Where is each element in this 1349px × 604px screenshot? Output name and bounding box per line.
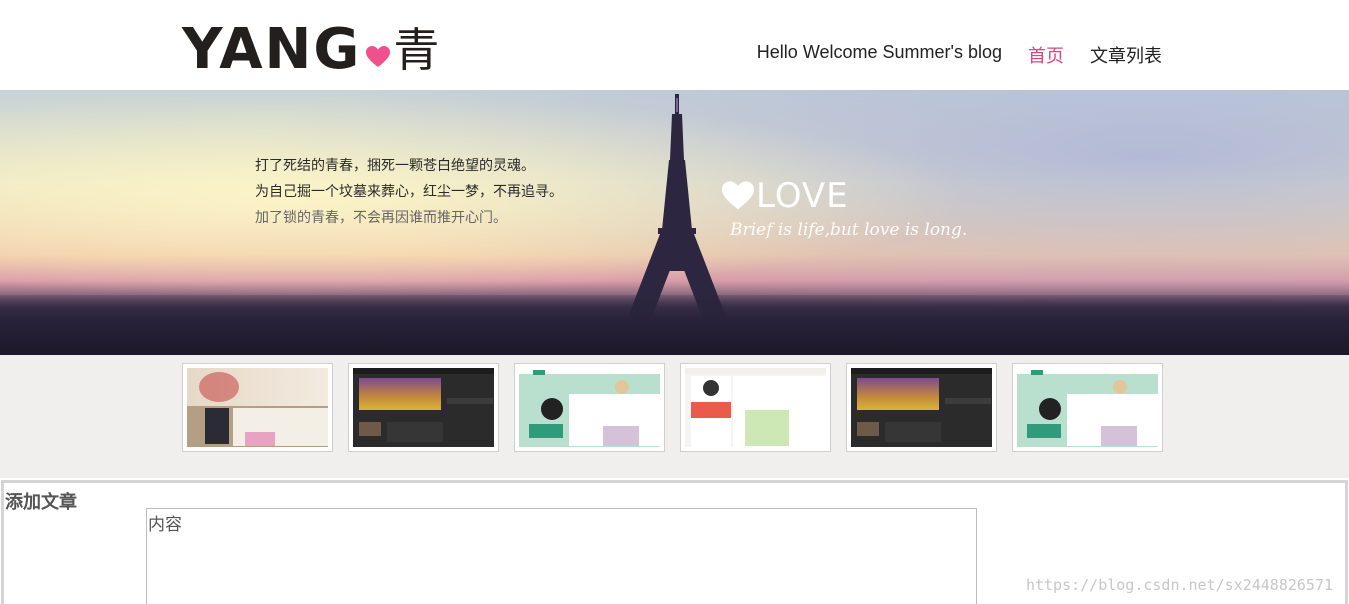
thumbnail-preview — [519, 368, 660, 447]
banner-skyline — [0, 295, 1349, 355]
poem-line: 加了锁的青春，不会再因谁而推开心门。 — [255, 209, 507, 225]
site-logo[interactable]: YANG 青 — [182, 22, 439, 78]
nav-home[interactable]: 首页 — [1028, 42, 1064, 68]
theme-thumbnail[interactable] — [1012, 363, 1163, 452]
thumbnail-preview — [1017, 368, 1158, 447]
theme-thumbnail-strip — [0, 355, 1349, 478]
nav-welcome[interactable]: Hello Welcome Summer's blog — [757, 42, 1002, 68]
poem-line: 打了死结的青春，捆死一颗苍白绝望的灵魂。 — [255, 157, 535, 173]
love-title-text: LOVE — [756, 176, 849, 216]
love-title: LOVE — [720, 176, 967, 216]
heart-icon — [722, 181, 754, 210]
nav-article-list[interactable]: 文章列表 — [1090, 42, 1162, 68]
theme-thumbnail[interactable] — [182, 363, 333, 452]
banner-poem: 打了死结的青春，捆死一颗苍白绝望的灵魂。 为自己掘一个坟墓来葬心，红尘一梦，不再… — [255, 152, 563, 230]
logo-cjk-text: 青 — [393, 23, 440, 77]
watermark-url: https://blog.csdn.net/sx2448826571 — [1025, 576, 1333, 594]
thumbnail-preview — [353, 368, 494, 447]
love-subtitle: Brief is life,but love is long. — [730, 220, 968, 240]
hero-banner: 打了死结的青春，捆死一颗苍白绝望的灵魂。 为自己掘一个坟墓来葬心，红尘一梦，不再… — [0, 90, 1349, 355]
page: YANG 青 Hello Welcome Summer's blog 首页 文章… — [0, 0, 1349, 604]
theme-thumbnail[interactable] — [348, 363, 499, 452]
thumbnail-preview — [187, 368, 328, 447]
poem-line: 为自己掘一个坟墓来葬心，红尘一梦，不再追寻。 — [255, 183, 563, 199]
form-title: 添加文章 — [5, 492, 77, 512]
thumbnail-preview — [685, 368, 826, 447]
eiffel-tower-illustration — [626, 94, 728, 322]
thumbnail-preview — [851, 368, 992, 447]
site-header: YANG 青 Hello Welcome Summer's blog 首页 文章… — [0, 0, 1349, 90]
love-caption: LOVE Brief is life,but love is long. — [720, 176, 967, 240]
theme-thumbnail[interactable] — [680, 363, 831, 452]
content-textarea[interactable] — [146, 508, 977, 604]
add-article-form: 添加文章 https://blog.csdn.net/sx2448826571 — [1, 480, 1348, 604]
theme-thumbnail[interactable] — [846, 363, 997, 452]
main-nav: Hello Welcome Summer's blog 首页 文章列表 — [757, 42, 1162, 68]
logo-text: YANG — [182, 17, 362, 82]
heart-icon — [366, 46, 391, 67]
theme-thumbnail[interactable] — [514, 363, 665, 452]
